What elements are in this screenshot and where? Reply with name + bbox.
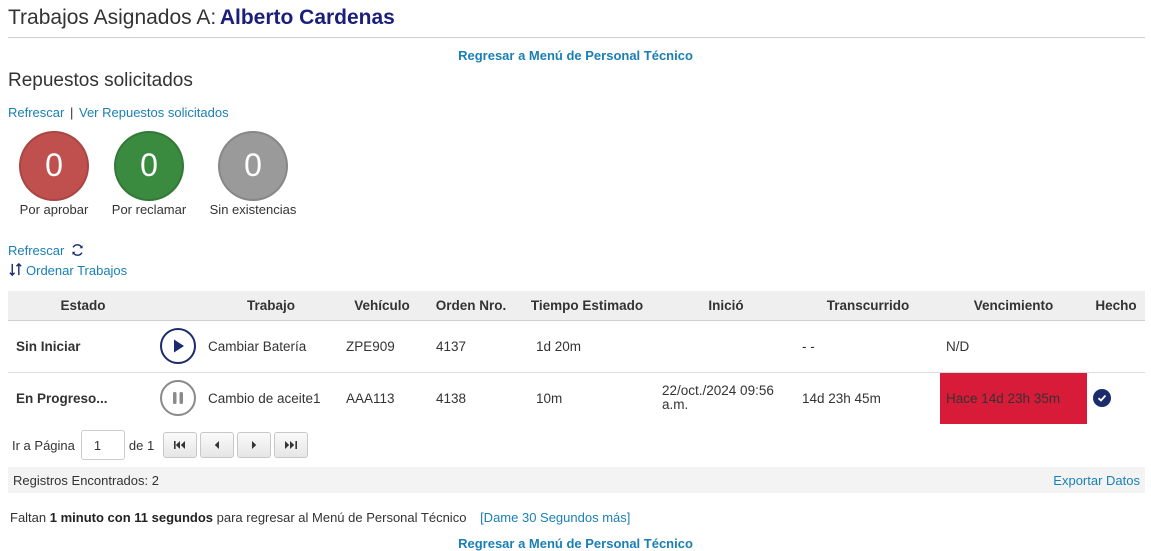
page-number-input[interactable]: 1 xyxy=(80,430,125,460)
job-order: 4137 xyxy=(424,320,518,373)
job-name: Cambiar Batería xyxy=(202,320,340,373)
counter-circle: 0 xyxy=(218,131,288,201)
column-header[interactable]: Orden Nro. xyxy=(424,291,518,321)
column-header[interactable]: Vencimiento xyxy=(940,291,1087,321)
session-timer: Faltan 1 minuto con 11 segundos para reg… xyxy=(10,510,630,525)
pause-icon[interactable] xyxy=(160,380,196,417)
column-header xyxy=(158,291,202,321)
job-elapsed: - - xyxy=(796,320,940,373)
job-due-overdue: Hace 14d 23h 35m xyxy=(940,372,1087,424)
play-icon[interactable] xyxy=(160,328,196,364)
column-header[interactable]: Trabajo xyxy=(202,291,340,321)
counter-label: Por reclamar xyxy=(111,202,187,217)
refresh-icon[interactable] xyxy=(70,243,85,260)
column-header[interactable]: Vehículo xyxy=(340,291,424,321)
job-done xyxy=(1087,372,1145,424)
prev-page-button[interactable] xyxy=(200,432,235,458)
job-status: Sin Iniciar xyxy=(8,320,158,373)
next-page-icon xyxy=(252,441,257,449)
last-page-icon xyxy=(285,441,298,449)
counter-circle: 0 xyxy=(19,131,89,201)
records-footer: Registros Encontrados: 2 Exportar Datos xyxy=(8,467,1145,493)
table-row: En Progreso... Cambio de aceite1 AAA113 … xyxy=(8,372,1145,424)
job-status: En Progreso... xyxy=(16,390,108,406)
last-page-button[interactable] xyxy=(274,432,309,458)
counter-to-claim[interactable]: 0 Por reclamar xyxy=(99,131,199,217)
back-to-menu-link-bottom[interactable]: Regresar a Menú de Personal Técnico xyxy=(0,536,1151,551)
timer-remaining: 1 minuto con 11 segundos xyxy=(49,510,214,525)
links-separator: | xyxy=(69,105,74,120)
technician-name: Alberto Cardenas xyxy=(219,6,395,29)
jobs-table: Estado Trabajo Vehículo Orden Nro. Tiemp… xyxy=(8,291,1145,424)
job-estimate: 1d 20m xyxy=(518,320,656,373)
extend-time-link[interactable]: [Dame 30 Segundos más] xyxy=(480,510,630,525)
job-order: 4138 xyxy=(436,390,467,406)
order-jobs[interactable]: Ordenar Trabajos xyxy=(8,262,127,280)
timer-prefix: Faltan xyxy=(10,510,47,525)
job-vehicle: ZPE909 xyxy=(340,320,424,373)
counter-out-of-stock[interactable]: 0 Sin existencias xyxy=(203,131,303,217)
parts-refresh-link[interactable]: Refrescar xyxy=(8,105,64,120)
export-data-link[interactable]: Exportar Datos xyxy=(1053,473,1140,488)
job-elapsed: 14d 23h 45m xyxy=(802,390,881,406)
job-started: 22/oct./2024 09:56 a.m. xyxy=(662,383,774,413)
parts-links: Refrescar | Ver Repuestos solicitados xyxy=(8,105,229,120)
job-action-cell xyxy=(158,320,202,373)
page-title-prefix: Trabajos Asignados A: xyxy=(8,6,217,29)
counter-label: Sin existencias xyxy=(209,202,297,217)
goto-page-label: Ir a Página xyxy=(12,437,75,453)
column-header[interactable]: Estado xyxy=(8,291,158,321)
check-icon xyxy=(1093,389,1111,408)
view-parts-link[interactable]: Ver Repuestos solicitados xyxy=(79,105,229,120)
pager: Ir a Página 1 de 1 xyxy=(12,430,309,460)
parts-section-title: Repuestos solicitados xyxy=(8,70,193,91)
back-to-menu-link-top[interactable]: Regresar a Menú de Personal Técnico xyxy=(0,48,1151,63)
job-done xyxy=(1087,320,1145,373)
first-page-icon xyxy=(174,441,186,449)
sort-icon xyxy=(8,262,24,280)
column-header[interactable]: Inició xyxy=(656,291,796,321)
counter-label: Por aprobar xyxy=(19,202,89,217)
column-header[interactable]: Transcurrido xyxy=(796,291,940,321)
records-count: Registros Encontrados: 2 xyxy=(13,472,159,488)
job-estimate: 10m xyxy=(536,390,563,406)
jobs-refresh-link[interactable]: Refrescar xyxy=(8,243,64,258)
column-header[interactable]: Hecho xyxy=(1087,291,1145,321)
job-due: N/D xyxy=(940,320,1087,373)
column-header[interactable]: Tiempo Estimado xyxy=(518,291,656,321)
job-name: Cambio de aceite1 xyxy=(208,390,321,406)
next-page-button[interactable] xyxy=(237,432,272,458)
order-jobs-link[interactable]: Ordenar Trabajos xyxy=(26,263,127,278)
page-count-label: de 1 xyxy=(128,437,155,453)
counter-pending-approval[interactable]: 0 Por aprobar xyxy=(4,131,104,217)
timer-suffix: para regresar al Menú de Personal Técnic… xyxy=(216,510,467,525)
job-action-cell xyxy=(158,372,202,424)
table-header-row: Estado Trabajo Vehículo Orden Nro. Tiemp… xyxy=(8,291,1145,321)
table-row: Sin Iniciar Cambiar Batería ZPE909 4137 … xyxy=(8,320,1145,373)
job-started xyxy=(656,320,796,373)
jobs-refresh[interactable]: Refrescar xyxy=(8,243,85,260)
prev-page-icon xyxy=(214,441,220,449)
first-page-button[interactable] xyxy=(163,432,198,458)
job-vehicle: AAA113 xyxy=(346,390,395,406)
page-header: Trabajos Asignados A: Alberto Cardenas xyxy=(8,6,1145,38)
counter-circle: 0 xyxy=(114,131,184,201)
